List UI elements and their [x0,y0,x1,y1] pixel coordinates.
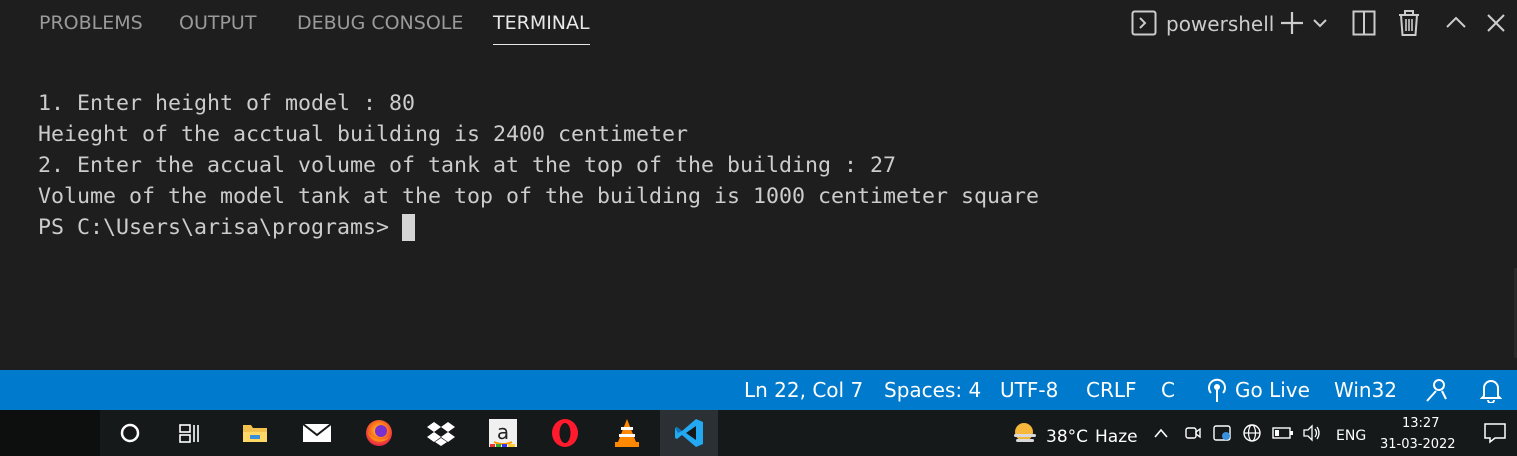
meet-now-icon[interactable] [1182,416,1204,450]
clock-date[interactable]: 31-03-2022 [1380,437,1456,452]
indentation-setting[interactable]: Spaces: 4 [884,378,981,402]
input-language[interactable]: ENG [1336,428,1366,444]
tab-debug-console[interactable]: DEBUG CONSOLE [297,12,463,34]
bell-icon[interactable] [1480,376,1502,404]
status-bar: Ln 22, Col 7 Spaces: 4 UTF-8 CRLF C Go L… [0,370,1517,410]
tab-output[interactable]: OUTPUT [179,12,256,34]
clock-time[interactable]: 13:27 [1402,416,1439,431]
feedback-icon[interactable] [1424,376,1450,404]
firefox-icon[interactable] [359,416,399,450]
plus-icon[interactable] [1278,8,1306,38]
tab-terminal[interactable]: TERMINAL [493,12,590,45]
platform-setting[interactable]: Win32 [1334,378,1397,402]
dropbox-icon[interactable] [421,416,461,450]
vlc-icon[interactable] [607,416,647,450]
chevron-up-icon[interactable] [1150,416,1172,450]
notifications-icon[interactable] [1475,416,1515,450]
opera-icon[interactable] [545,416,585,450]
shell-name[interactable]: powershell [1166,12,1274,36]
file-explorer-icon[interactable] [235,416,275,450]
terminal-line: Heieght of the acctual building is 2400 … [38,122,689,147]
go-live-button[interactable]: Go Live [1235,378,1310,402]
cursor-position[interactable]: Ln 22, Col 7 [744,378,863,402]
broadcast-icon[interactable] [1206,376,1228,404]
chevron-down-icon[interactable] [1310,8,1330,38]
cortana-icon[interactable] [110,416,150,450]
close-icon[interactable] [1484,8,1508,38]
weather-temp[interactable]: 38°C [1046,427,1088,447]
weather-condition[interactable]: Haze [1095,427,1138,447]
tab-problems[interactable]: PROBLEMS [39,12,143,34]
encoding-setting[interactable]: UTF-8 [1000,378,1058,402]
mail-icon[interactable] [297,416,337,450]
language-mode[interactable]: C [1161,378,1175,402]
task-view-icon[interactable] [170,416,210,450]
terminal[interactable]: 1. Enter height of model : 80 Heieght of… [0,48,1517,370]
terminal-line: 1. Enter height of model : 80 [38,91,416,116]
svg-text:a: a [497,420,509,444]
terminal-line: Volume of the model tank at the top of t… [38,184,1040,209]
terminal-cursor [402,214,415,241]
terminal-icon[interactable] [1130,8,1158,38]
vscode-icon[interactable] [669,416,709,450]
network-icon[interactable] [1240,416,1264,450]
amazon-icon[interactable]: a [483,416,523,450]
terminal-line: 2. Enter the accual volume of tank at th… [38,153,897,178]
terminal-prompt: PS C:\Users\arisa\programs> [38,215,403,240]
trash-icon[interactable] [1396,8,1422,38]
eol-setting[interactable]: CRLF [1086,378,1137,402]
battery-icon[interactable] [1270,416,1296,450]
split-icon[interactable] [1350,8,1378,38]
taskbar: a 38°C Haze ENG 13:27 31-03-2022 [0,410,1517,456]
weather-icon[interactable] [1005,416,1045,450]
volume-icon[interactable] [1300,416,1324,450]
security-icon[interactable] [1210,416,1234,450]
chevron-up-icon[interactable] [1444,8,1468,38]
panel-header: PROBLEMS OUTPUT DEBUG CONSOLE TERMINAL p… [0,0,1517,48]
